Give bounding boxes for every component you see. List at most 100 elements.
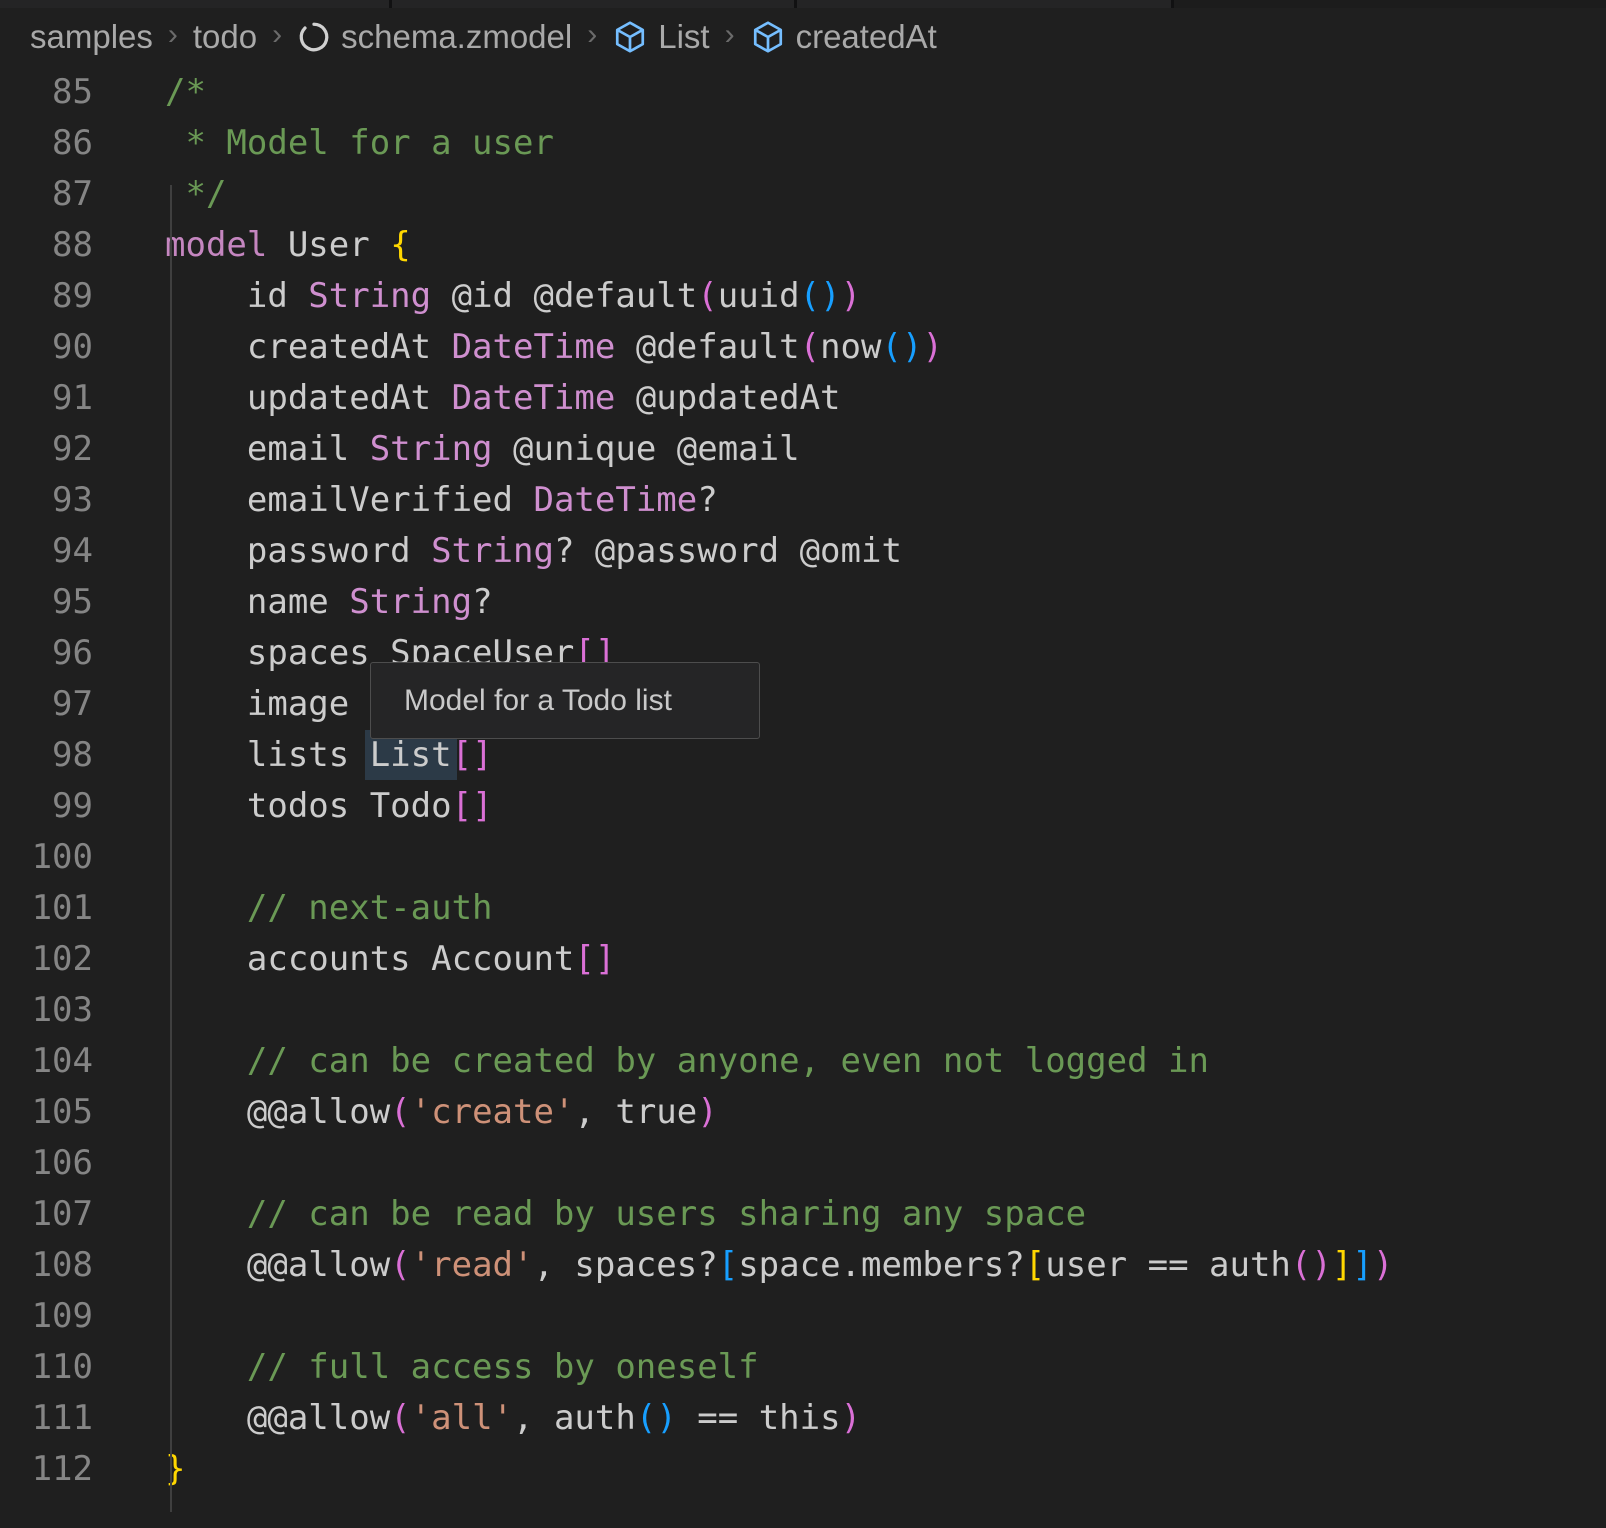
code-line-content[interactable]: createdAt DateTime @default(now()) (165, 322, 943, 373)
line-number: 85 (0, 67, 93, 118)
cube-icon (612, 19, 648, 55)
code-line-content[interactable]: @@allow('all', auth() == this) (165, 1393, 861, 1444)
code-line-content[interactable]: emailVerified DateTime? (165, 475, 718, 526)
breadcrumb-item-list[interactable]: List (612, 18, 709, 56)
breadcrumb-item-createdat[interactable]: createdAt (750, 18, 937, 56)
code-line-104[interactable]: 104 // can be created by anyone, even no… (0, 1036, 1606, 1087)
code-line-102[interactable]: 102 accounts Account[] (0, 934, 1606, 985)
breadcrumb-item-schema-zmodel[interactable]: schema.zmodel (297, 18, 572, 56)
breadcrumb-item-label: List (658, 18, 709, 56)
code-line-85[interactable]: 85 /* (0, 67, 1606, 118)
tab-bar-edge (0, 0, 1606, 8)
code-line-93[interactable]: 93 emailVerified DateTime? (0, 475, 1606, 526)
code-line-content[interactable]: updatedAt DateTime @updatedAt (165, 373, 841, 424)
line-number: 103 (0, 985, 93, 1036)
line-number: 90 (0, 322, 93, 373)
code-line-content[interactable]: todos Todo[] (165, 781, 493, 832)
code-line-95[interactable]: 95 name String? (0, 577, 1606, 628)
breadcrumb-item-label: samples (30, 18, 153, 56)
indent-guide (170, 185, 172, 1512)
line-number: 98 (0, 730, 93, 781)
code-line-89[interactable]: 89 id String @id @default(uuid()) (0, 271, 1606, 322)
line-number: 93 (0, 475, 93, 526)
code-line-content[interactable]: password String? @password @omit (165, 526, 902, 577)
line-number: 96 (0, 628, 93, 679)
code-line-content[interactable]: // next-auth (165, 883, 493, 934)
code-line-98[interactable]: 98 lists List[] (0, 730, 1606, 781)
code-line-94[interactable]: 94 password String? @password @omit (0, 526, 1606, 577)
tab-divider (389, 0, 392, 8)
code-line-109[interactable]: 109 (0, 1291, 1606, 1342)
tab-divider (1171, 0, 1174, 8)
code-line-content[interactable]: model User { (165, 220, 411, 271)
tab-segment[interactable] (0, 0, 389, 8)
code-line-content[interactable]: } (165, 1444, 185, 1495)
breadcrumb-separator-icon: › (272, 18, 282, 52)
breadcrumb-item-todo[interactable]: todo (193, 18, 257, 56)
line-number: 95 (0, 577, 93, 628)
code-line-92[interactable]: 92 email String @unique @email (0, 424, 1606, 475)
breadcrumb: samples › todo › schema.zmodel › List › createdA… (0, 8, 1606, 66)
code-line-86[interactable]: 86 * Model for a user (0, 118, 1606, 169)
hover-tooltip-text: Model for a Todo list (404, 684, 672, 718)
code-line-91[interactable]: 91 updatedAt DateTime @updatedAt (0, 373, 1606, 424)
line-number: 107 (0, 1189, 93, 1240)
cube-icon (750, 19, 786, 55)
code-line-90[interactable]: 90 createdAt DateTime @default(now()) (0, 322, 1606, 373)
line-number: 94 (0, 526, 93, 577)
line-number: 88 (0, 220, 93, 271)
breadcrumb-item-samples[interactable]: samples (30, 18, 153, 56)
code-line-content[interactable]: accounts Account[] (165, 934, 615, 985)
line-number: 102 (0, 934, 93, 985)
code-line-content[interactable]: // full access by oneself (165, 1342, 759, 1393)
code-line-97[interactable]: 97 image String? @url (0, 679, 1606, 730)
line-number: 87 (0, 169, 93, 220)
breadcrumb-separator-icon: › (168, 18, 178, 52)
code-line-106[interactable]: 106 (0, 1138, 1606, 1189)
breadcrumb-item-label: schema.zmodel (341, 18, 572, 56)
breadcrumb-item-label: todo (193, 18, 257, 56)
code-line-content[interactable]: /* (165, 67, 206, 118)
code-editor[interactable]: 85/*86 * Model for a user87 */88model Us… (0, 67, 1606, 1495)
code-line-content[interactable]: * Model for a user (165, 118, 554, 169)
tab-divider (794, 0, 797, 8)
code-line-107[interactable]: 107 // can be read by users sharing any … (0, 1189, 1606, 1240)
code-line-content[interactable]: id String @id @default(uuid()) (165, 271, 861, 322)
line-number: 108 (0, 1240, 93, 1291)
line-number: 99 (0, 781, 93, 832)
code-line-content[interactable]: */ (165, 169, 226, 220)
code-line-101[interactable]: 101 // next-auth (0, 883, 1606, 934)
line-number: 97 (0, 679, 93, 730)
code-line-108[interactable]: 108 @@allow('read', spaces?[space.member… (0, 1240, 1606, 1291)
loading-icon (297, 20, 331, 54)
line-number: 111 (0, 1393, 93, 1444)
line-number: 112 (0, 1444, 93, 1495)
code-line-105[interactable]: 105 @@allow('create', true) (0, 1087, 1606, 1138)
code-line-96[interactable]: 96 spaces SpaceUser[] (0, 628, 1606, 679)
word-highlight: List (370, 735, 452, 775)
code-line-103[interactable]: 103 (0, 985, 1606, 1036)
code-line-content[interactable]: name String? (165, 577, 493, 628)
code-line-87[interactable]: 87 */ (0, 169, 1606, 220)
code-line-content[interactable]: @@allow('read', spaces?[space.members?[u… (165, 1240, 1393, 1291)
line-number: 89 (0, 271, 93, 322)
code-line-content[interactable]: // can be read by users sharing any spac… (165, 1189, 1086, 1240)
code-line-110[interactable]: 110 // full access by oneself (0, 1342, 1606, 1393)
line-number: 100 (0, 832, 93, 883)
code-line-88[interactable]: 88 model User { (0, 220, 1606, 271)
tab-segment[interactable] (797, 0, 1171, 8)
code-line-content[interactable]: email String @unique @email (165, 424, 800, 475)
hover-tooltip: Model for a Todo list (370, 662, 760, 739)
code-line-content[interactable]: @@allow('create', true) (165, 1087, 718, 1138)
breadcrumb-separator-icon: › (587, 18, 597, 52)
breadcrumb-separator-icon: › (725, 18, 735, 52)
line-number: 101 (0, 883, 93, 934)
code-line-99[interactable]: 99 todos Todo[] (0, 781, 1606, 832)
code-line-100[interactable]: 100 (0, 832, 1606, 883)
code-line-111[interactable]: 111 @@allow('all', auth() == this) (0, 1393, 1606, 1444)
line-number: 109 (0, 1291, 93, 1342)
code-line-content[interactable]: // can be created by anyone, even not lo… (165, 1036, 1209, 1087)
line-number: 110 (0, 1342, 93, 1393)
tab-segment[interactable] (392, 0, 794, 8)
code-line-112[interactable]: 112} (0, 1444, 1606, 1495)
